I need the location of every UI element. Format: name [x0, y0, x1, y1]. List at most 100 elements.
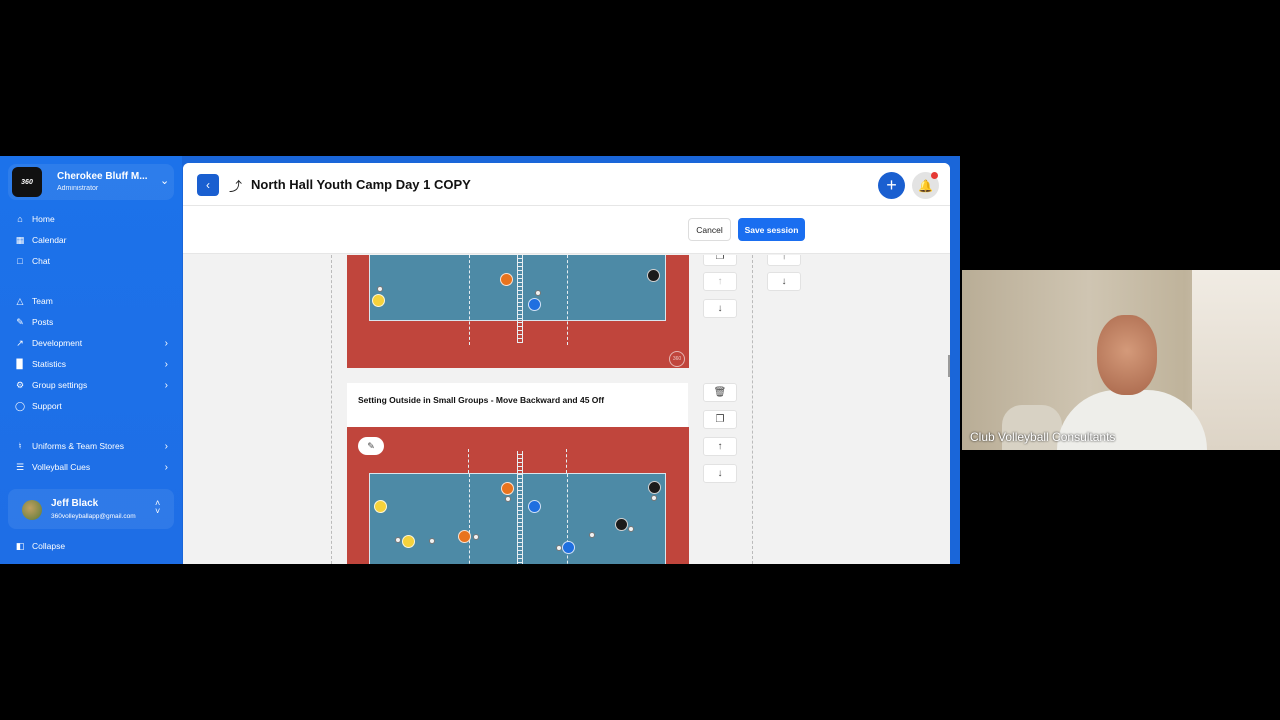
save-session-button[interactable]: Save session — [738, 218, 805, 241]
scrollbar-thumb[interactable] — [948, 355, 950, 377]
sidebar-item-label: Chat — [32, 256, 50, 266]
arrow-up-icon: ↑ — [781, 255, 787, 262]
user-menu[interactable]: Jeff Black 360volleyballapp@gmail.com ˄ ˅ — [8, 489, 174, 529]
chevron-down-icon: ⌄ — [160, 175, 170, 187]
support-icon: ◯ — [14, 400, 26, 411]
notification-badge — [931, 172, 938, 179]
ball-icon — [473, 534, 479, 540]
collapse-icon: ◧ — [15, 540, 25, 551]
delete-drill-button[interactable]: 🗑 — [703, 383, 737, 402]
net — [517, 255, 523, 343]
sidebar-item-uniforms[interactable]: ♮ Uniforms & Team Stores › — [14, 439, 174, 453]
logo-watermark: 360 — [669, 351, 685, 367]
video-tile: Club Volleyball Consultants — [962, 270, 1280, 450]
avatar — [22, 500, 42, 520]
cancel-button[interactable]: Cancel — [688, 218, 731, 241]
sidebar-item-label: Posts — [32, 317, 54, 327]
sidebar-item-team[interactable]: △ Team — [14, 294, 174, 308]
chevron-right-icon: › — [164, 358, 168, 370]
sidebar: 360 Cherokee Bluff M... Administrator ⌄ … — [0, 156, 182, 564]
column-divider — [331, 255, 332, 564]
arrow-down-icon: ↓ — [717, 468, 723, 479]
main-panel: ‹ ⤴ North Hall Youth Camp Day 1 COPY + 🔔… — [183, 163, 950, 564]
collapse-label: Collapse — [32, 541, 66, 551]
bell-icon: 🔔 — [918, 178, 933, 193]
attack-line — [469, 255, 470, 345]
player-orange — [458, 530, 471, 543]
move-up-button[interactable]: ↑ — [703, 437, 737, 456]
development-icon: ↗ — [16, 337, 24, 348]
arrow-down-icon: ↓ — [717, 303, 723, 314]
session-icon: ⤴ — [229, 179, 243, 194]
org-logo: 360 — [12, 167, 42, 197]
sidebar-item-label: Statistics — [32, 359, 67, 369]
ball-icon — [505, 496, 511, 502]
sidebar-item-label: Volleyball Cues — [32, 462, 91, 472]
player-yellow — [374, 500, 387, 513]
move-up-button[interactable]: ↑ — [767, 255, 801, 266]
home-icon: ⌂ — [17, 214, 23, 224]
sidebar-item-label: Support — [32, 401, 62, 411]
ball-icon — [377, 286, 383, 292]
arrow-down-icon: ↓ — [781, 276, 787, 287]
sidebar-item-posts[interactable]: ✎ Posts — [14, 315, 174, 329]
sidebar-item-label: Calendar — [32, 235, 67, 245]
sidebar-item-label: Team — [32, 296, 53, 306]
move-up-button[interactable]: ↑ — [703, 272, 737, 291]
collapse-button[interactable]: ◧ Collapse — [14, 539, 174, 553]
player-orange — [501, 482, 514, 495]
ball-icon — [395, 537, 401, 543]
background-wall — [1192, 270, 1280, 450]
sidebar-item-group-settings[interactable]: ⚙ Group settings › — [14, 378, 174, 392]
sidebar-item-chat[interactable]: □ Chat — [14, 254, 174, 268]
calendar-icon: ▦ — [15, 234, 25, 245]
back-icon: ‹ — [206, 178, 210, 192]
player-black — [648, 481, 661, 494]
sidebar-item-calendar[interactable]: ▦ Calendar — [14, 233, 174, 247]
player-yellow — [372, 294, 385, 307]
drill-court-previous: 360 — [347, 255, 689, 368]
copy-icon: ❐ — [715, 414, 725, 425]
sidebar-item-support[interactable]: ◯ Support — [14, 399, 174, 413]
chevron-right-icon: › — [164, 337, 168, 349]
copy-icon: ❐ — [715, 255, 725, 262]
chevron-right-icon: › — [164, 379, 168, 391]
move-down-button[interactable]: ↓ — [703, 464, 737, 483]
ball-icon — [535, 290, 541, 296]
edit-drill-button[interactable]: ✎ — [358, 437, 384, 455]
org-switcher[interactable]: 360 Cherokee Bluff M... Administrator ⌄ — [8, 164, 174, 200]
participant-name: Club Volleyball Consultants — [970, 430, 1116, 444]
org-role: Administrator — [57, 185, 99, 192]
arrow-up-icon: ↑ — [717, 441, 723, 452]
sidebar-item-volleyball-cues[interactable]: ☰ Volleyball Cues › — [14, 460, 174, 474]
back-button[interactable]: ‹ — [197, 174, 219, 196]
sidebar-item-development[interactable]: ↗ Development › — [14, 336, 174, 350]
edit-icon: ✎ — [367, 440, 375, 451]
sidebar-item-statistics[interactable]: ▉ Statistics › — [14, 357, 174, 371]
player-blue — [528, 500, 541, 513]
move-down-button[interactable]: ↓ — [767, 272, 801, 291]
ball-icon — [651, 495, 657, 501]
sidebar-item-label: Uniforms & Team Stores — [32, 441, 124, 451]
player-blue — [528, 298, 541, 311]
attack-line-extension — [566, 449, 567, 473]
arrow-up-icon: ↑ — [717, 276, 723, 287]
column-divider — [752, 255, 753, 564]
ball-icon — [429, 538, 435, 544]
copy-drill-button[interactable]: ❐ — [703, 410, 737, 429]
move-down-button[interactable]: ↓ — [703, 299, 737, 318]
player-yellow — [402, 535, 415, 548]
add-button[interactable]: + — [878, 172, 905, 199]
user-name: Jeff Black — [51, 498, 99, 509]
trash-icon: 🗑 — [713, 387, 727, 398]
team-icon: △ — [16, 295, 24, 306]
sidebar-item-home[interactable]: ⌂ Home — [14, 212, 174, 226]
sidebar-item-label: Group settings — [32, 380, 88, 390]
user-email: 360volleyballapp@gmail.com — [51, 513, 136, 520]
net — [517, 451, 523, 564]
session-content[interactable]: 360 ❐ ↑ ↓ ↑ ↓ Setting Outside in Small G… — [183, 255, 950, 564]
group-settings-icon: ⚙ — [15, 379, 25, 390]
copy-drill-button[interactable]: ❐ — [703, 255, 737, 266]
player-blue — [562, 541, 575, 554]
action-bar: Cancel Save session — [183, 206, 950, 254]
